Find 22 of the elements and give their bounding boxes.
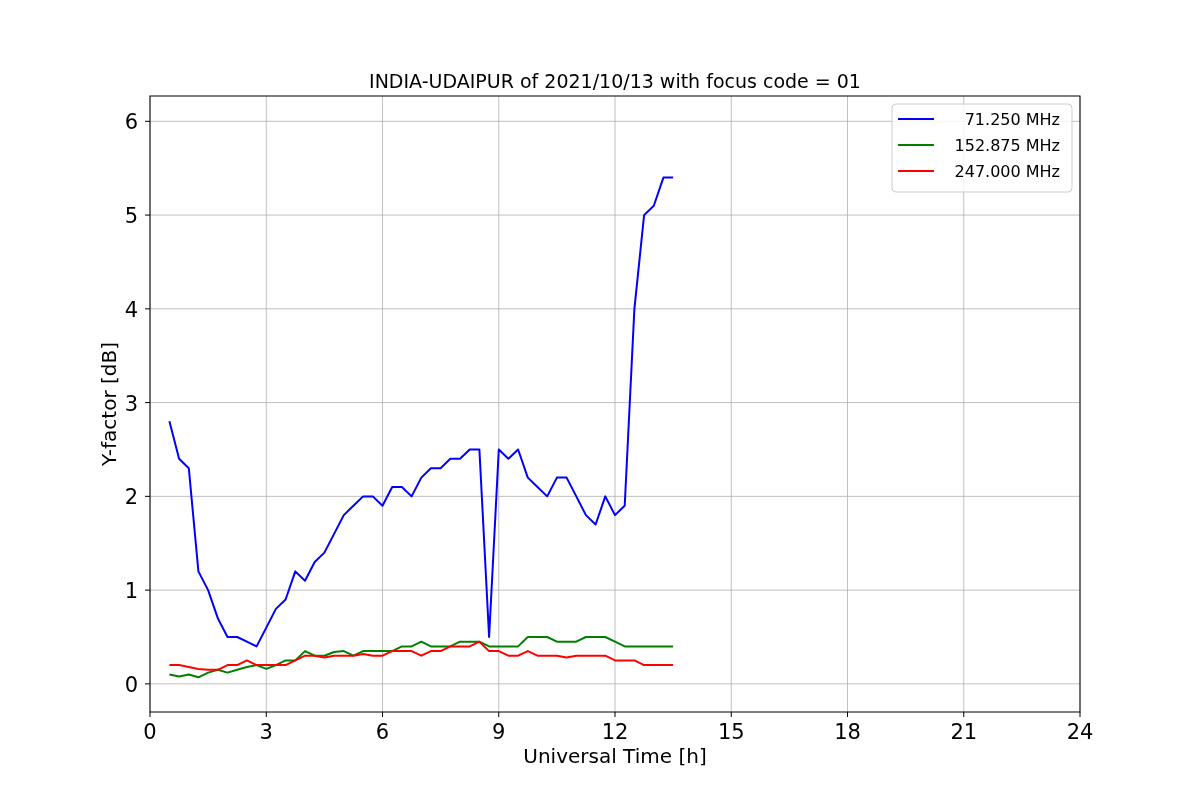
x-tick-label: 18 bbox=[834, 720, 861, 744]
legend-label: 152.875 MHz bbox=[954, 136, 1060, 155]
y-axis-label: Y-factor [dB] bbox=[97, 342, 121, 466]
x-tick-label: 15 bbox=[717, 720, 745, 744]
y-tick-label: 6 bbox=[124, 110, 138, 135]
y-tick-label: 5 bbox=[124, 204, 138, 229]
y-tick-label: 2 bbox=[124, 485, 138, 510]
x-tick-label: 0 bbox=[143, 720, 157, 744]
legend-label: 247.000 MHz bbox=[954, 162, 1060, 181]
x-tick-label: 6 bbox=[375, 720, 390, 744]
x-tick-label: 12 bbox=[601, 720, 629, 744]
y-tick-label: 1 bbox=[124, 579, 138, 604]
x-tick-label: 9 bbox=[492, 720, 506, 744]
x-tick-label: 3 bbox=[259, 720, 273, 744]
legend-label: 71.250 MHz bbox=[964, 110, 1060, 129]
y-tick-label: 0 bbox=[124, 672, 138, 697]
x-tick-label: 24 bbox=[1066, 720, 1094, 744]
chart-title: INDIA-UDAIPUR of 2021/10/13 with focus code = 01 bbox=[369, 70, 861, 92]
x-tick-label: 21 bbox=[950, 720, 978, 744]
y-tick-label: 4 bbox=[124, 297, 138, 322]
x-axis-label: Universal Time [h] bbox=[523, 744, 707, 768]
y-tick-label: 3 bbox=[124, 391, 138, 416]
